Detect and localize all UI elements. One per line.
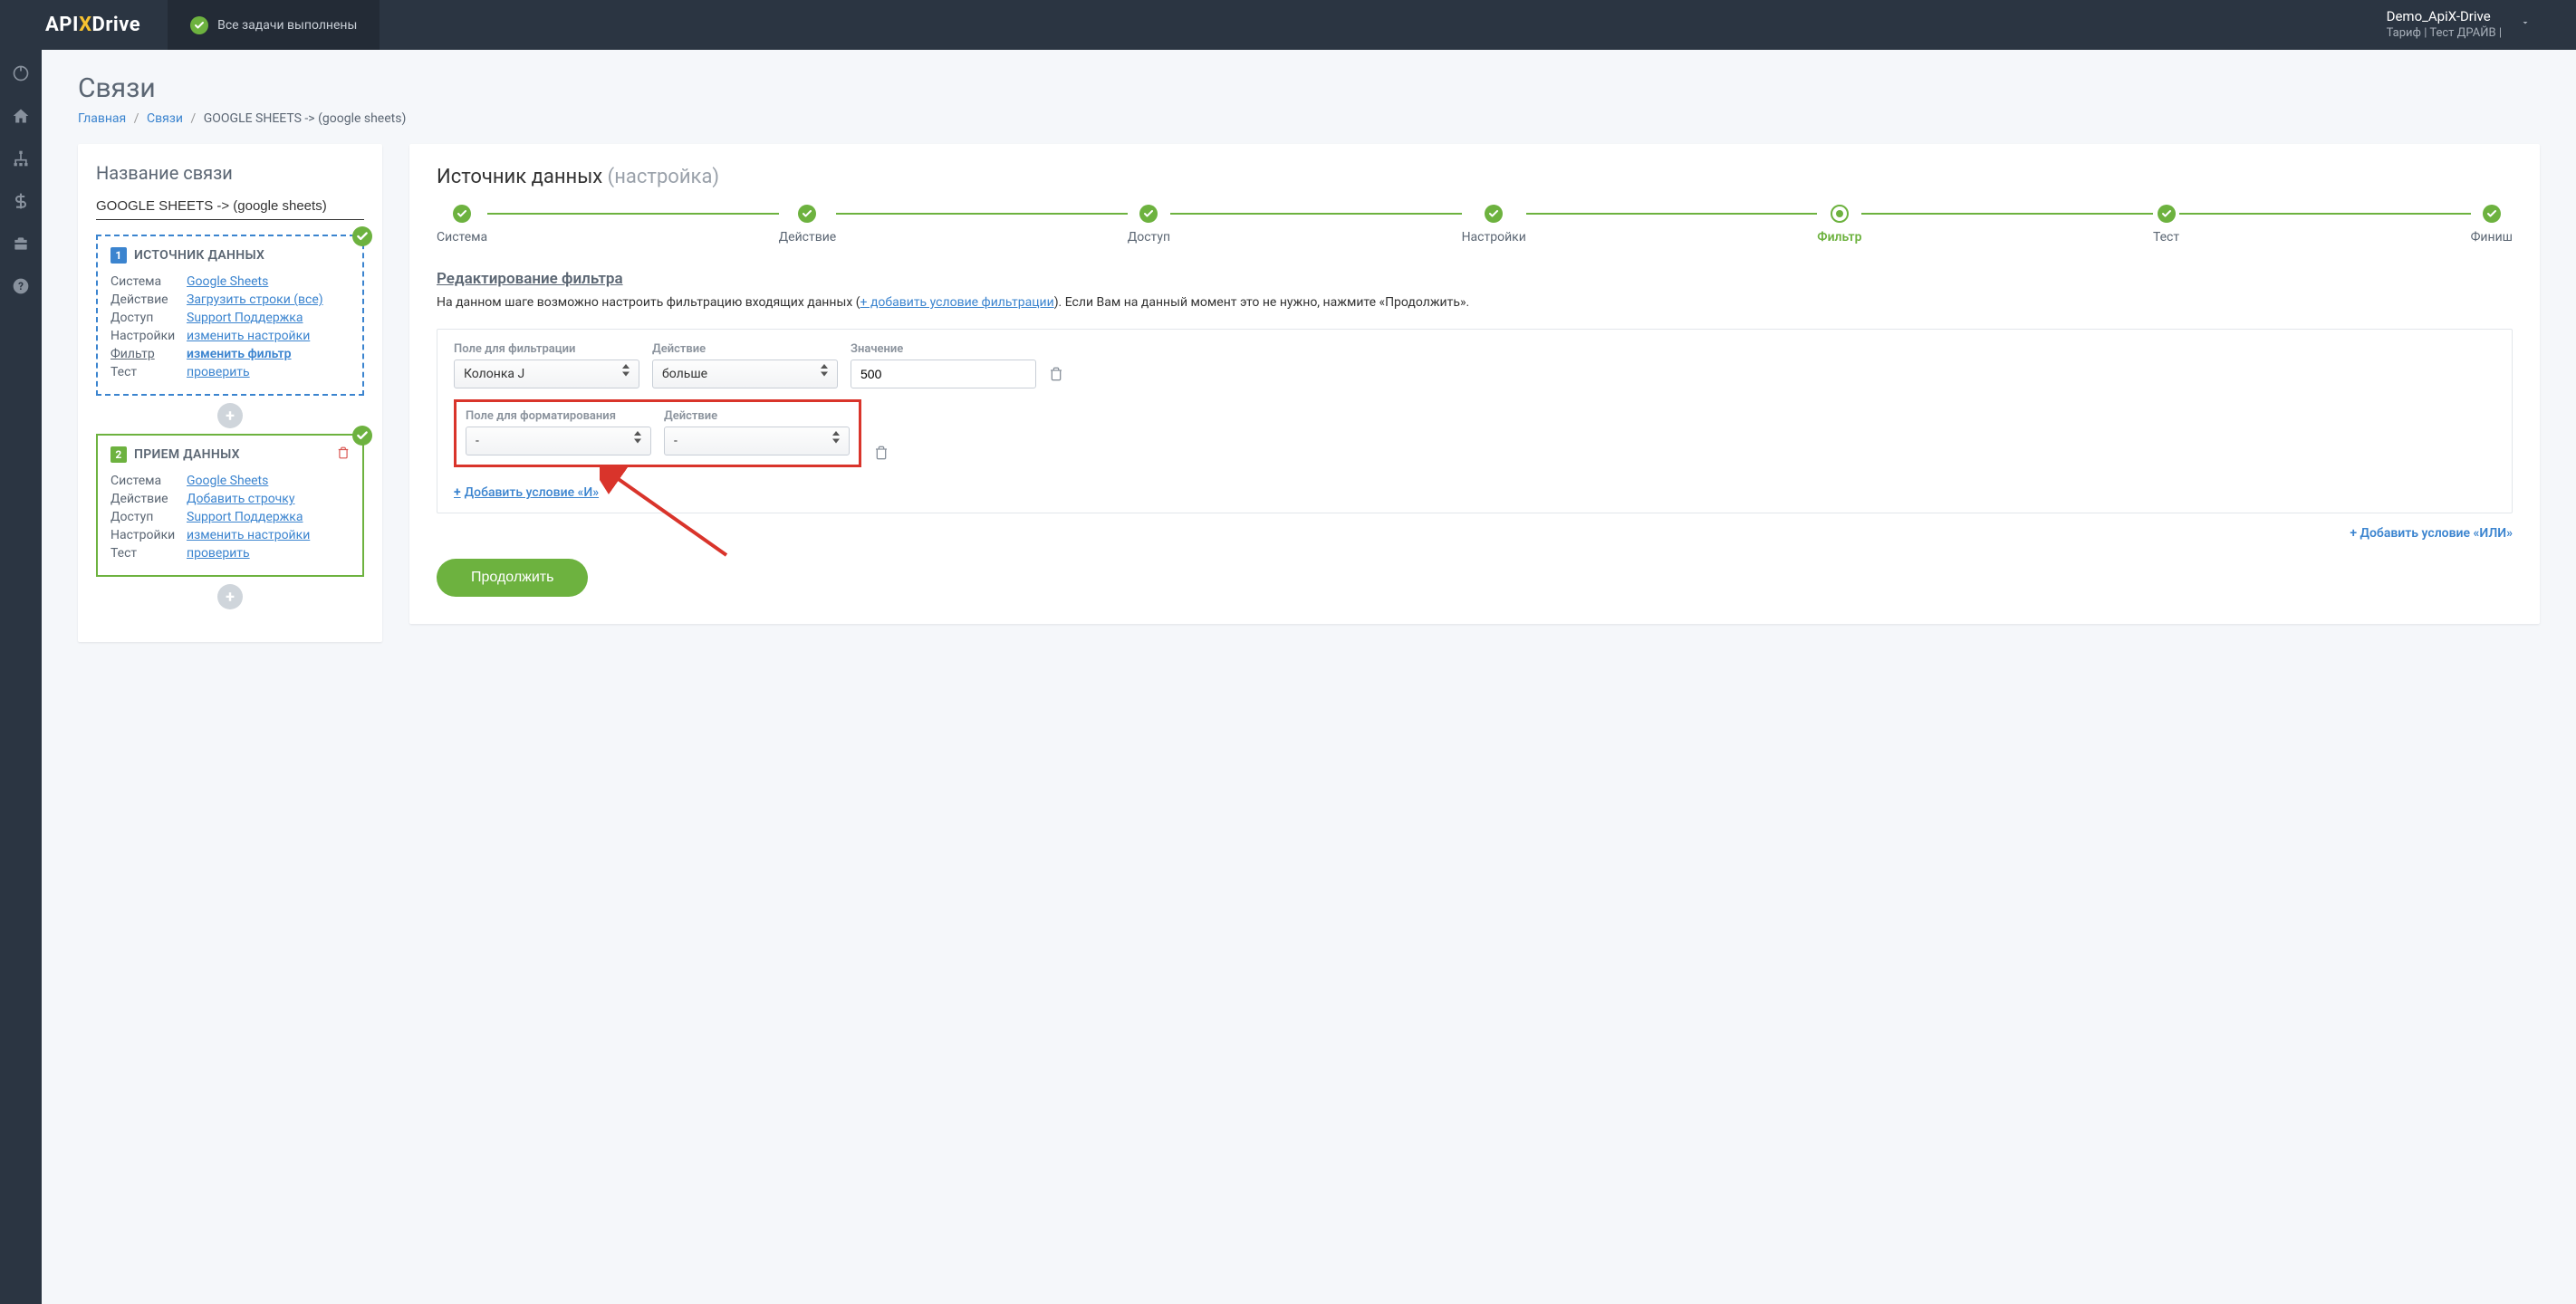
- home-icon[interactable]: [11, 106, 31, 126]
- filter-section-title: Редактирование фильтра: [437, 270, 2513, 288]
- step-access[interactable]: Доступ: [1128, 205, 1170, 244]
- dest-system-link[interactable]: Google Sheets: [187, 474, 268, 488]
- check-icon: [352, 226, 372, 246]
- connection-heading: Название связи: [96, 162, 364, 184]
- connections-icon[interactable]: [11, 149, 31, 168]
- source-access-link[interactable]: Support Поддержка: [187, 311, 303, 325]
- step-finish[interactable]: Финиш: [2471, 205, 2513, 244]
- add-and-condition-link[interactable]: + Добавить условие «И»: [454, 485, 2495, 500]
- destination-block: 2 ПРИЕМ ДАННЫХ СистемаGoogle Sheets Дейс…: [96, 434, 364, 577]
- source-number: 1: [111, 247, 127, 264]
- filter-value-input[interactable]: [851, 360, 1036, 388]
- step-system[interactable]: Система: [437, 205, 487, 244]
- dest-action-link[interactable]: Добавить строчку: [187, 492, 294, 506]
- header-tariff: Тариф | Тест ДРАЙВ |: [2387, 26, 2502, 42]
- step-action[interactable]: Действие: [779, 205, 837, 244]
- dest-title: ПРИЕМ ДАННЫХ: [134, 447, 240, 462]
- filter-row: Поле для фильтрации Колонка J Действие б…: [454, 342, 2495, 388]
- trash-icon[interactable]: [874, 438, 889, 467]
- source-title: ИСТОЧНИК ДАННЫХ: [134, 248, 264, 263]
- dest-access-link[interactable]: Support Поддержка: [187, 510, 303, 524]
- logo-drive: Drive: [92, 14, 141, 36]
- breadcrumb-links[interactable]: Связи: [147, 111, 183, 126]
- breadcrumb: Главная / Связи / GOOGLE SHEETS -> (goog…: [78, 111, 2540, 126]
- trash-icon[interactable]: [1049, 360, 1063, 388]
- continue-button[interactable]: Продолжить: [437, 559, 588, 597]
- add-between-button[interactable]: +: [217, 403, 243, 428]
- dollar-icon[interactable]: [11, 191, 31, 211]
- svg-text:?: ?: [18, 280, 24, 292]
- briefcase-icon[interactable]: [11, 234, 31, 254]
- format-action-select[interactable]: -: [664, 427, 850, 455]
- source-filter-link[interactable]: изменить фильтр: [187, 347, 292, 361]
- add-destination-button[interactable]: +: [217, 584, 243, 609]
- logo[interactable]: APIXDrive: [0, 14, 168, 36]
- panel-connection: Название связи 1 ИСТОЧНИК ДАННЫХ Система…: [78, 144, 382, 642]
- header-status-text: Все задачи выполнены: [217, 18, 357, 33]
- check-icon: [190, 16, 208, 34]
- source-settings-link[interactable]: изменить настройки: [187, 329, 310, 343]
- filter-section-desc: На данном шаге возможно настроить фильтр…: [437, 293, 2513, 312]
- chevron-down-icon[interactable]: [2520, 17, 2531, 32]
- page-title: Связи: [78, 72, 2540, 104]
- header-status: Все задачи выполнены: [168, 0, 380, 50]
- filter-field-select[interactable]: Колонка J: [454, 360, 639, 388]
- add-or-condition-link[interactable]: + Добавить условие «ИЛИ»: [437, 526, 2513, 541]
- header-username: Demo_ApiX-Drive: [2387, 8, 2502, 26]
- add-filter-inline-link[interactable]: + добавить условие фильтрации: [860, 295, 1054, 310]
- panel-main: Источник данных (настройка) Система Дейс…: [409, 144, 2540, 624]
- dest-number: 2: [111, 446, 127, 463]
- source-block: 1 ИСТОЧНИК ДАННЫХ СистемаGoogle Sheets Д…: [96, 235, 364, 396]
- source-action-link[interactable]: Загрузить строки (все): [187, 292, 323, 307]
- power-icon[interactable]: [11, 63, 31, 83]
- header-user-block[interactable]: Demo_ApiX-Drive Тариф | Тест ДРАЙВ |: [2387, 8, 2576, 41]
- breadcrumb-home[interactable]: Главная: [78, 111, 126, 126]
- step-settings[interactable]: Настройки: [1462, 205, 1526, 244]
- check-icon: [352, 426, 372, 446]
- step-filter[interactable]: Фильтр: [1817, 205, 1861, 244]
- help-icon[interactable]: ?: [11, 276, 31, 296]
- dest-test-link[interactable]: проверить: [187, 546, 250, 561]
- logo-api: API: [45, 14, 79, 36]
- source-system-link[interactable]: Google Sheets: [187, 274, 268, 289]
- steps-bar: Система Действие Доступ Настройки Фильтр…: [437, 205, 2513, 244]
- trash-icon[interactable]: [337, 446, 350, 463]
- source-test-link[interactable]: проверить: [187, 365, 250, 379]
- format-row-highlight: Поле для форматирования - Действие -: [454, 399, 861, 467]
- main-heading: Источник данных (настройка): [437, 166, 2513, 188]
- left-iconbar: ?: [0, 50, 42, 1304]
- logo-x: X: [79, 14, 91, 36]
- connection-name-input[interactable]: [96, 195, 364, 220]
- format-field-select[interactable]: -: [466, 427, 651, 455]
- breadcrumb-current: GOOGLE SHEETS -> (google sheets): [204, 111, 407, 126]
- app-header: APIXDrive Все задачи выполнены Demo_ApiX…: [0, 0, 2576, 50]
- dest-settings-link[interactable]: изменить настройки: [187, 528, 310, 542]
- filter-action-select[interactable]: больше: [652, 360, 838, 388]
- filter-group: Поле для фильтрации Колонка J Действие б…: [437, 329, 2513, 513]
- step-test[interactable]: Тест: [2153, 205, 2179, 244]
